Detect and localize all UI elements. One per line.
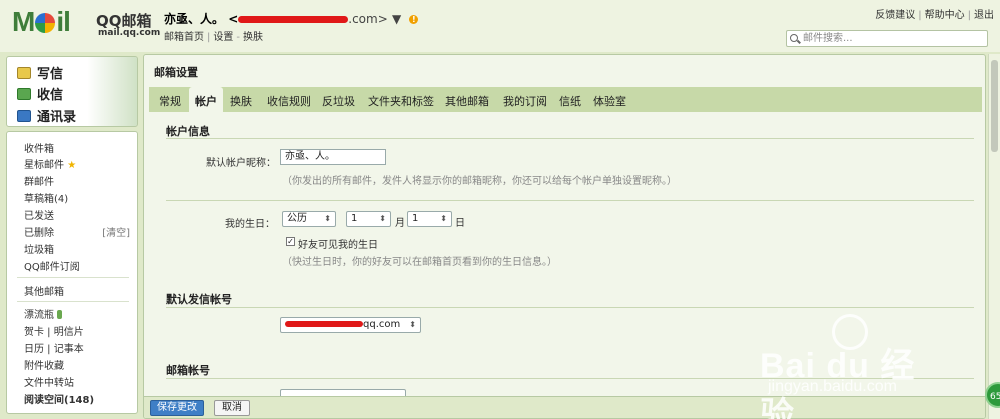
page-scrollbar[interactable]: [988, 54, 1000, 419]
save-button[interactable]: 保存更改: [150, 400, 204, 416]
app-reading-space[interactable]: 阅读空间(148): [24, 391, 94, 406]
divider: [166, 378, 974, 379]
logo-mark: Mil: [12, 6, 71, 37]
divider: [17, 301, 129, 302]
folder-junk[interactable]: 垃圾箱: [24, 241, 54, 256]
bottle-icon: [57, 310, 62, 319]
month-unit: 月: [395, 218, 405, 229]
scrollbar-thumb[interactable]: [991, 60, 998, 152]
user-email-suffix: .com>: [348, 12, 388, 26]
empty-trash-link[interactable]: [清空]: [102, 224, 130, 239]
folder-inbox[interactable]: 收件箱: [24, 140, 54, 155]
folder-sent[interactable]: 已发送: [24, 207, 54, 222]
settings-panel: 邮箱设置 常规 帐户 换肤 收信规则 反垃圾 文件夹和标签 其他邮箱 我的订阅 …: [143, 54, 986, 419]
select-arrow-icon: ⬍: [324, 214, 331, 223]
tab-stationery[interactable]: 信纸: [559, 93, 581, 109]
header: Mil QQ邮箱 mail.qq.com 亦亟、人。 < .com> ▼ ! 邮箱…: [0, 0, 1000, 52]
divider: [166, 307, 974, 308]
link-skin[interactable]: 换肤: [243, 32, 263, 43]
select-arrow-icon: ⬍: [440, 214, 447, 223]
link-settings[interactable]: 设置: [213, 32, 233, 43]
qq-mail-logo[interactable]: Mil QQ邮箱 mail.qq.com: [12, 6, 160, 38]
divider: [166, 138, 974, 139]
app-attachments[interactable]: 附件收藏: [24, 357, 64, 372]
tab-folders-labels[interactable]: 文件夹和标签: [368, 93, 434, 109]
sidebar-primary: 写信 收信 通讯录: [6, 56, 138, 127]
sidebar-item-inbox[interactable]: 收信: [17, 84, 63, 103]
nickname-hint: （你发出的所有邮件，发件人将显示你的邮箱昵称，你还可以给每个帐户单独设置昵称。）: [282, 176, 677, 187]
tab-subscriptions[interactable]: 我的订阅: [503, 93, 547, 109]
header-sublinks: 邮箱首页 | 设置 - 换肤: [164, 32, 263, 43]
account-settings: 帐户信息 默认帐户昵称： 亦亟、人。 （你发出的所有邮件，发件人将显示你的邮箱昵…: [149, 112, 982, 405]
folder-deleted[interactable]: 已删除: [24, 224, 54, 239]
app-calendar[interactable]: 日历 | 记事本: [24, 340, 84, 355]
section-account-info: 帐户信息: [166, 125, 210, 138]
divider: [17, 277, 129, 278]
redacted-email: [285, 321, 363, 327]
logo-url: mail.qq.com: [98, 28, 161, 38]
tab-general[interactable]: 常规: [159, 93, 181, 109]
warning-icon[interactable]: !: [409, 15, 419, 24]
user-email-prefix: <: [228, 12, 239, 26]
folder-drafts[interactable]: 草稿箱(4): [24, 190, 68, 205]
select-arrow-icon: ⬍: [409, 320, 416, 329]
tab-account[interactable]: 帐户: [189, 87, 223, 112]
section-default-sender: 默认发信帐号: [166, 293, 232, 306]
tab-other-mailboxes[interactable]: 其他邮箱: [445, 93, 489, 109]
calendar-type-select[interactable]: 公历 ⬍: [282, 211, 336, 227]
tab-antispam[interactable]: 反垃圾: [322, 93, 355, 109]
action-bar: 保存更改 取消: [144, 396, 985, 418]
sidebar-item-write[interactable]: 写信: [17, 63, 63, 82]
sidebar-folders: 收件箱 星标邮件 ★ 群邮件 草稿箱(4) 已发送 已删除 [清空] 垃圾箱 Q…: [6, 131, 138, 414]
user-name: 亦亟、人。: [164, 12, 225, 26]
logo-o-icon: [35, 13, 56, 33]
settings-tabs: 常规 帐户 换肤 收信规则 反垃圾 文件夹和标签 其他邮箱 我的订阅 信纸 体验…: [149, 87, 982, 112]
write-icon: [17, 67, 31, 79]
contacts-icon: [17, 110, 31, 122]
birthday-visible-label[interactable]: 好友可见我的生日: [298, 236, 378, 251]
day-unit: 日: [455, 218, 465, 229]
default-sender-select[interactable]: qq.com ⬍: [280, 317, 421, 333]
link-logout[interactable]: 退出: [974, 10, 994, 21]
birth-day-select[interactable]: 1 ⬍: [407, 211, 452, 227]
tab-skin[interactable]: 换肤: [230, 93, 252, 109]
folder-other-mailboxes[interactable]: 其他邮箱: [24, 283, 64, 298]
birthday-visible-checkbox[interactable]: ✓: [286, 237, 295, 246]
cancel-button[interactable]: 取消: [214, 400, 250, 416]
tab-rules[interactable]: 收信规则: [267, 93, 311, 109]
star-icon: ★: [67, 160, 77, 171]
link-feedback[interactable]: 反馈建议: [875, 10, 915, 21]
birthday-hint: （快过生日时，你的好友可以在邮箱首页看到你的生日信息。）: [282, 257, 557, 268]
link-mail-home[interactable]: 邮箱首页: [164, 32, 204, 43]
search-icon: [790, 34, 798, 42]
search-input[interactable]: 邮件搜索...: [786, 30, 988, 47]
page-title: 邮箱设置: [154, 66, 198, 79]
folder-subscriptions[interactable]: QQ邮件订阅: [24, 258, 80, 273]
bamboo-decoration: [87, 57, 137, 126]
folder-group[interactable]: 群邮件: [24, 173, 54, 188]
app-file-transfer[interactable]: 文件中转站: [24, 374, 74, 389]
nickname-input[interactable]: 亦亟、人。: [280, 149, 386, 165]
tab-lab[interactable]: 体验室: [593, 93, 626, 109]
top-links: 反馈建议 | 帮助中心 | 退出: [875, 10, 994, 21]
select-arrow-icon: ⬍: [379, 214, 386, 223]
birthday-label: 我的生日：: [225, 219, 275, 230]
app-cards[interactable]: 贺卡 | 明信片: [24, 323, 84, 338]
divider: [166, 200, 974, 201]
sidebar-item-contacts[interactable]: 通讯录: [17, 106, 76, 125]
app-drift-bottle[interactable]: 漂流瓶: [24, 306, 62, 321]
inbox-icon: [17, 88, 31, 100]
birth-month-select[interactable]: 1 ⬍: [346, 211, 391, 227]
user-dropdown-icon[interactable]: ▼: [392, 12, 401, 26]
search-placeholder: 邮件搜索...: [803, 33, 853, 44]
nickname-label: 默认帐户昵称：: [206, 158, 276, 169]
user-identity[interactable]: 亦亟、人。 < .com> ▼ !: [164, 10, 419, 27]
link-help[interactable]: 帮助中心: [925, 10, 965, 21]
redacted-email: [238, 16, 349, 23]
folder-starred[interactable]: 星标邮件 ★: [24, 156, 76, 171]
section-mail-account: 邮箱帐号: [166, 364, 210, 377]
